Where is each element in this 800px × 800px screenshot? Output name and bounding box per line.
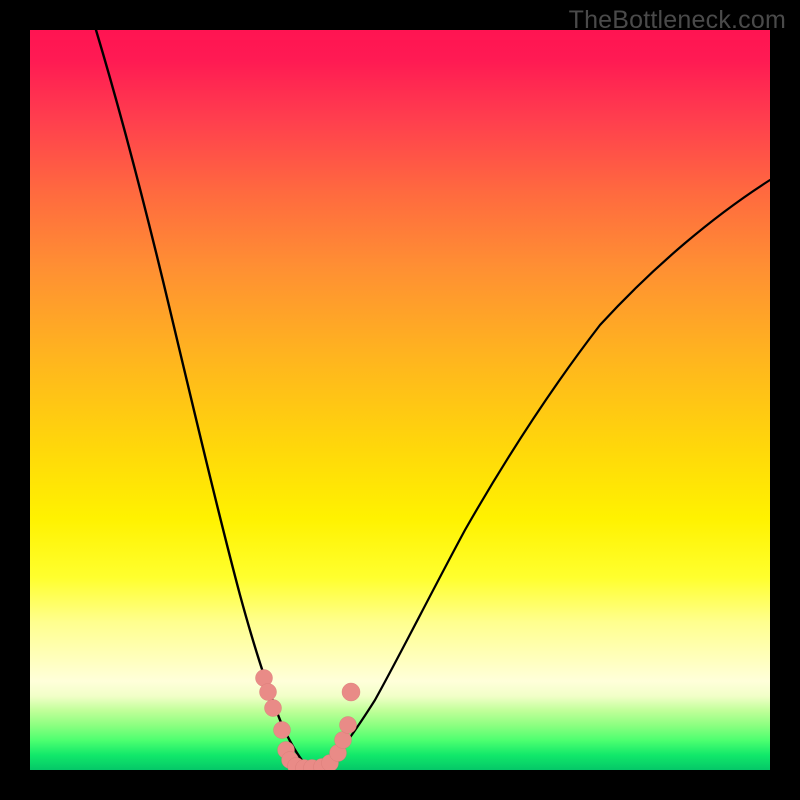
trough-marker: [265, 700, 282, 717]
curve-left-branch: [96, 30, 305, 764]
watermark-text: TheBottleneck.com: [569, 6, 786, 35]
trough-marker: [340, 717, 357, 734]
curve-right-branch: [330, 180, 770, 762]
plot-area: [30, 30, 770, 770]
curve-layer: [30, 30, 770, 770]
chart-frame: TheBottleneck.com: [0, 0, 800, 800]
trough-marker-group: [256, 670, 361, 771]
trough-marker: [335, 732, 352, 749]
trough-marker: [274, 722, 291, 739]
trough-marker: [260, 684, 277, 701]
trough-marker: [342, 683, 360, 701]
